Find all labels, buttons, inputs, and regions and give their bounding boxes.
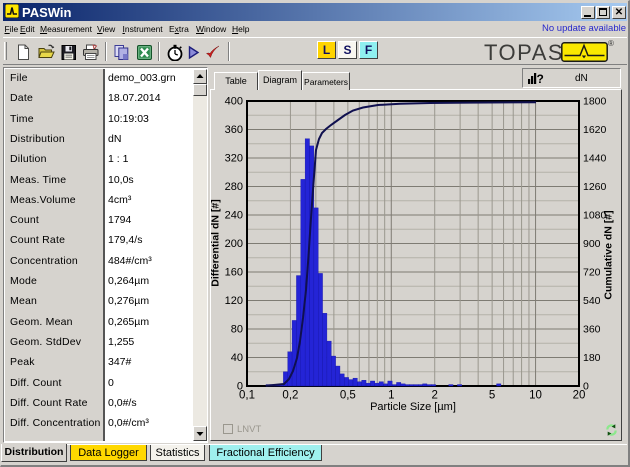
svg-text:200: 200 [225, 238, 243, 250]
svg-text:1440: 1440 [583, 153, 607, 165]
svg-text:900: 900 [583, 238, 601, 250]
svg-text:80: 80 [231, 324, 243, 336]
svg-text:5: 5 [489, 390, 495, 402]
svg-text:40: 40 [231, 352, 243, 364]
svg-text:240: 240 [225, 210, 243, 222]
svg-text:120: 120 [225, 295, 243, 307]
svg-text:1: 1 [388, 390, 394, 402]
svg-text:Differential dN [#]: Differential dN [#] [210, 199, 222, 287]
svg-text:Cumulative dN [#]: Cumulative dN [#] [603, 210, 615, 299]
svg-text:20: 20 [573, 390, 586, 402]
svg-text:0,2: 0,2 [282, 390, 298, 402]
svg-text:400: 400 [225, 96, 243, 108]
svg-text:720: 720 [583, 267, 601, 279]
svg-text:180: 180 [583, 352, 601, 364]
svg-text:1800: 1800 [583, 96, 607, 108]
svg-text:1260: 1260 [583, 181, 607, 193]
svg-text:1620: 1620 [583, 124, 607, 136]
svg-text:540: 540 [583, 295, 601, 307]
svg-text:Particle Size [µm]: Particle Size [µm] [370, 401, 456, 413]
svg-text:?: ? [537, 72, 544, 85]
svg-text:2: 2 [432, 390, 438, 402]
svg-text:0,1: 0,1 [239, 390, 255, 402]
svg-text:360: 360 [225, 124, 243, 136]
svg-text:360: 360 [583, 324, 601, 336]
svg-text:160: 160 [225, 267, 243, 279]
svg-text:280: 280 [225, 181, 243, 193]
svg-text:320: 320 [225, 153, 243, 165]
svg-text:10: 10 [529, 390, 542, 402]
svg-text:0,5: 0,5 [340, 390, 356, 402]
